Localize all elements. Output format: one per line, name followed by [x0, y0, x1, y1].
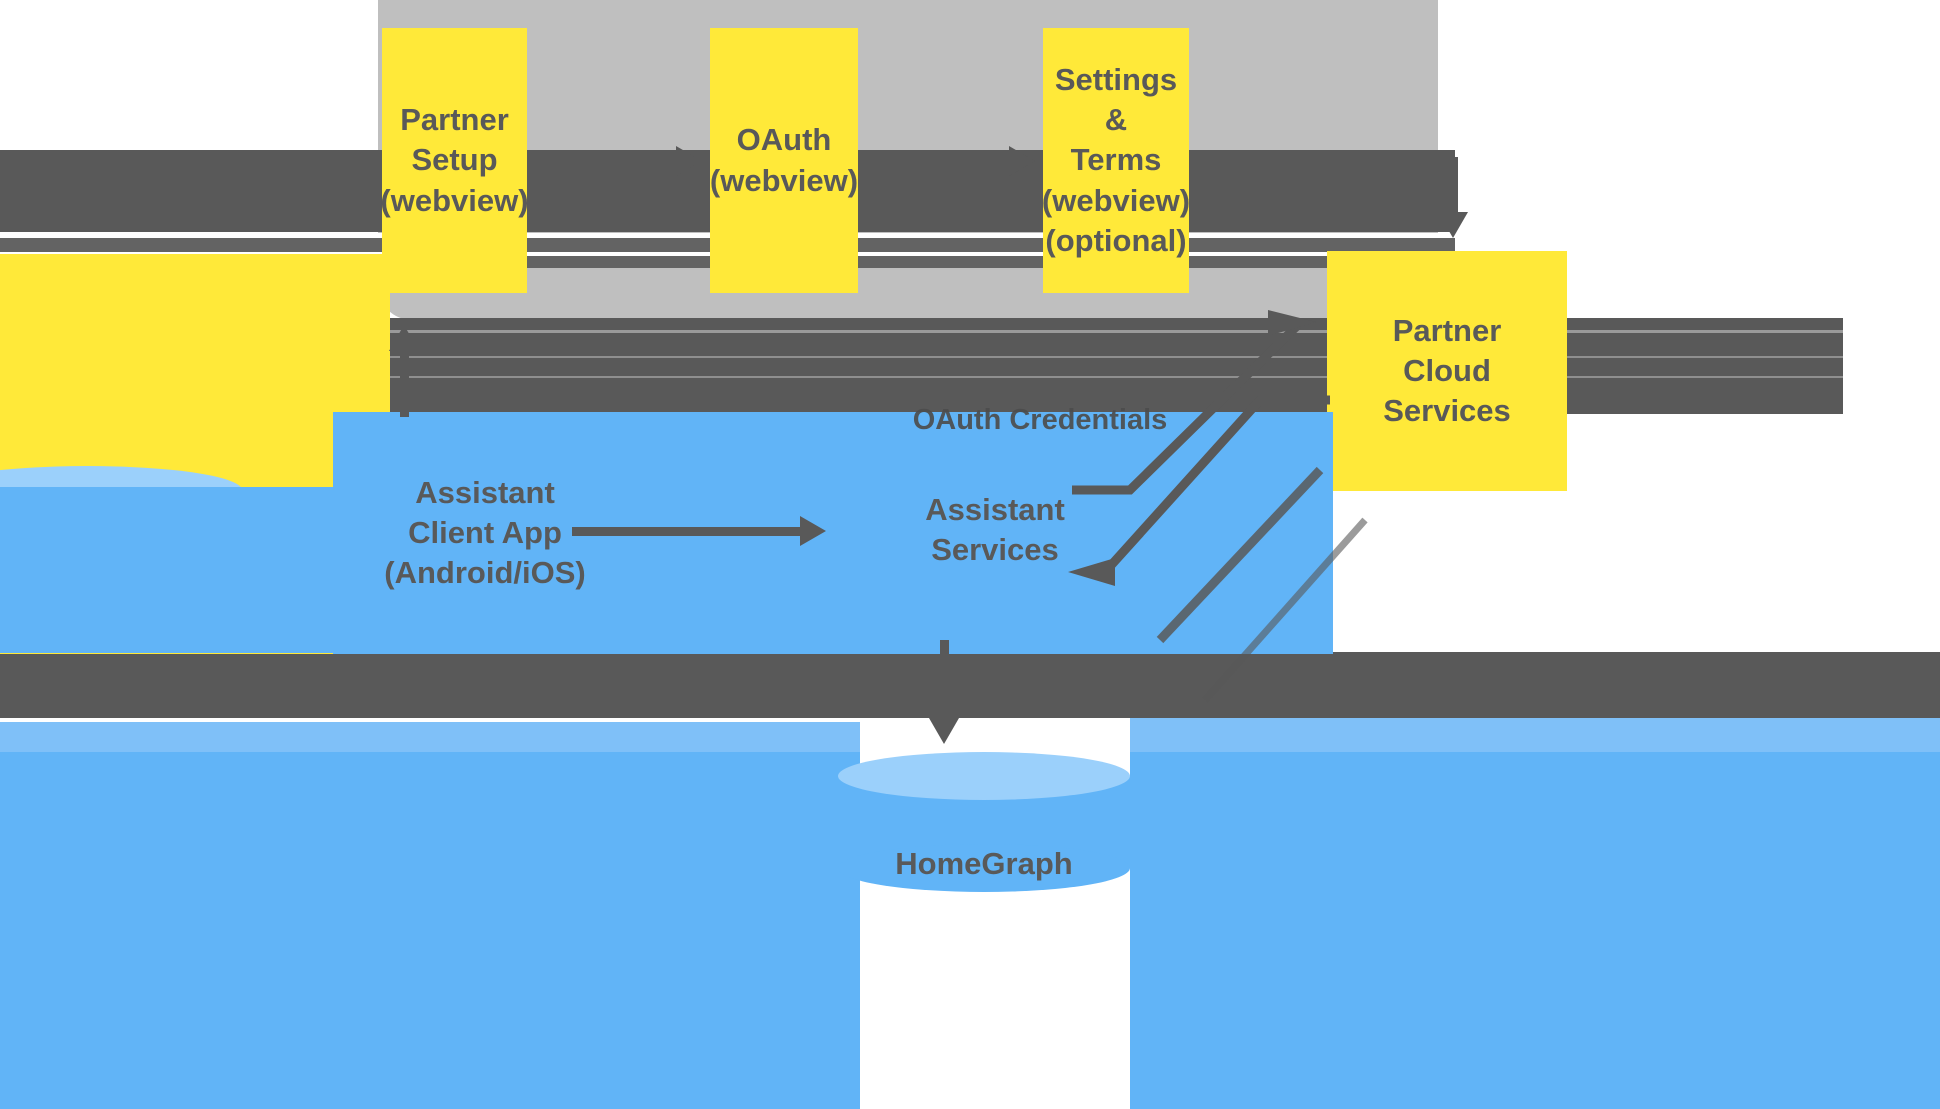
- artifact-band: [378, 330, 1843, 333]
- node-partner-cloud-services[interactable]: Partner Cloud Services: [1327, 251, 1567, 491]
- arrowhead-assistant-to-homegraph: [929, 718, 959, 744]
- arrow-oauth-to-settings: [866, 157, 1014, 166]
- arrowhead-client-app-to-partner-setup: [389, 325, 419, 351]
- arrow-settings-to-partner-cloud: [1196, 157, 1458, 166]
- node-homegraph[interactable]: HomeGraph: [838, 752, 1130, 892]
- artifact-band: [0, 722, 860, 752]
- artifact-band: [378, 356, 1843, 358]
- arrowhead-partner-setup-to-oauth: [676, 146, 702, 176]
- artifact-band: [0, 752, 860, 1109]
- arrowhead-settings-to-partner-cloud: [1438, 212, 1468, 238]
- cylinder-top-ellipse: [838, 752, 1130, 800]
- arrowhead-oauth-to-settings: [1009, 146, 1035, 176]
- artifact-band: [0, 652, 1940, 718]
- node-settings-terms[interactable]: Settings & Terms (webview) (optional): [1042, 28, 1190, 293]
- architecture-diagram: Partner Setup (webview) OAuth (webview) …: [0, 0, 1940, 1109]
- node-partner-setup[interactable]: Partner Setup (webview): [380, 28, 529, 293]
- artifact-band: [0, 718, 860, 721]
- edge-label-oauth-credentials: OAuth Credentials: [912, 404, 1168, 436]
- arrowhead-client-app-to-assistant-services: [800, 516, 826, 546]
- artifact-band: [378, 376, 1843, 378]
- arrow-settings-to-partner-cloud-vertical: [1449, 157, 1458, 217]
- node-assistant-client-app[interactable]: Assistant Client App (Android/iOS): [333, 412, 1333, 654]
- node-assistant-client-app-label: Assistant Client App (Android/iOS): [384, 474, 586, 591]
- node-list-of-partners[interactable]: List of Partners: [0, 466, 242, 611]
- arrow-partner-setup-to-oauth: [533, 157, 681, 166]
- arrowhead-list-of-partners-to-client-app: [305, 518, 331, 548]
- arrow-list-of-partners-to-client-app: [228, 529, 310, 538]
- arrow-client-app-to-partner-setup-vertical: [400, 345, 409, 417]
- node-oauth[interactable]: OAuth (webview): [710, 28, 858, 293]
- arrow-client-app-to-assistant-services: [572, 527, 804, 536]
- artifact-band: [1130, 718, 1940, 752]
- artifact-band: [378, 318, 1843, 414]
- node-list-of-partners-label: List of Partners: [24, 528, 150, 603]
- artifact-band: [1130, 752, 1940, 1109]
- node-homegraph-label: HomeGraph: [895, 846, 1073, 881]
- node-assistant-services[interactable]: Assistant Services: [850, 465, 1140, 595]
